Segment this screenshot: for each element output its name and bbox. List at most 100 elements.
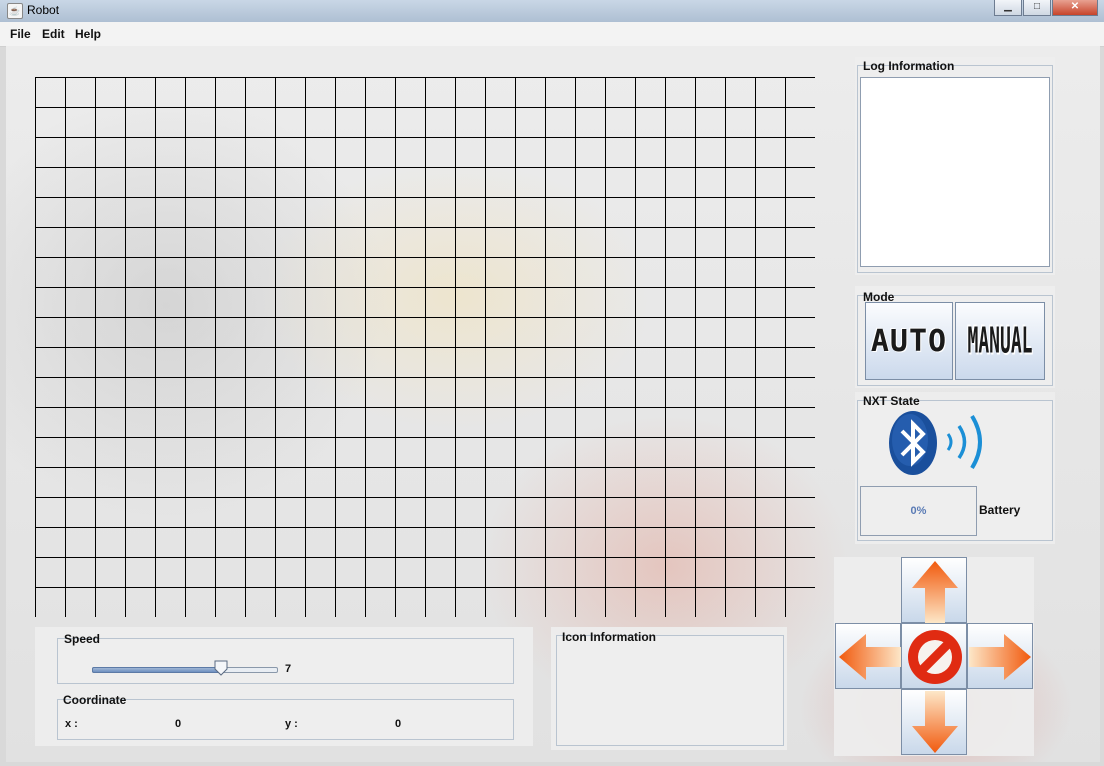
grid-cell[interactable] <box>395 257 426 288</box>
grid-cell[interactable] <box>65 167 96 198</box>
grid-cell[interactable] <box>635 407 666 438</box>
grid-cell[interactable] <box>125 227 156 258</box>
grid-cell[interactable] <box>245 527 276 558</box>
grid-cell[interactable] <box>665 527 696 558</box>
grid-cell[interactable] <box>365 167 396 198</box>
grid-cell[interactable] <box>545 77 576 108</box>
grid-cell[interactable] <box>755 167 786 198</box>
grid-cell[interactable] <box>275 587 306 618</box>
grid-cell[interactable] <box>275 227 306 258</box>
grid-cell[interactable] <box>95 557 126 588</box>
grid-cell[interactable] <box>245 587 276 618</box>
grid-cell[interactable] <box>245 77 276 108</box>
grid-cell[interactable] <box>305 437 336 468</box>
grid-cell[interactable] <box>755 227 786 258</box>
grid-cell[interactable] <box>185 497 216 528</box>
grid-cell[interactable] <box>275 167 306 198</box>
grid-cell[interactable] <box>95 137 126 168</box>
grid-cell[interactable] <box>755 497 786 528</box>
grid-cell[interactable] <box>365 437 396 468</box>
grid-cell[interactable] <box>455 497 486 528</box>
auto-button[interactable]: AUTO <box>865 302 953 380</box>
grid-cell[interactable] <box>65 437 96 468</box>
grid-cell[interactable] <box>425 527 456 558</box>
grid-cell[interactable] <box>575 77 606 108</box>
grid-cell[interactable] <box>485 77 516 108</box>
grid-cell[interactable] <box>215 197 246 228</box>
grid-cell[interactable] <box>755 467 786 498</box>
grid-cell[interactable] <box>665 347 696 378</box>
grid-cell[interactable] <box>215 257 246 288</box>
grid-cell[interactable] <box>215 587 246 618</box>
menu-edit[interactable]: Edit <box>42 27 65 41</box>
grid-cell[interactable] <box>215 497 246 528</box>
grid-cell[interactable] <box>155 77 186 108</box>
grid-cell[interactable] <box>485 287 516 318</box>
grid-cell[interactable] <box>95 257 126 288</box>
grid-cell[interactable] <box>665 497 696 528</box>
grid-cell[interactable] <box>665 257 696 288</box>
grid-cell[interactable] <box>515 347 546 378</box>
grid-cell[interactable] <box>335 257 366 288</box>
grid-cell[interactable] <box>425 257 456 288</box>
grid-cell[interactable] <box>35 347 66 378</box>
grid-cell[interactable] <box>695 137 726 168</box>
grid-cell[interactable] <box>65 107 96 138</box>
grid-cell[interactable] <box>65 407 96 438</box>
grid-cell[interactable] <box>245 437 276 468</box>
grid-cell[interactable] <box>635 587 666 618</box>
grid-cell[interactable] <box>185 557 216 588</box>
grid-cell[interactable] <box>425 497 456 528</box>
grid-cell[interactable] <box>185 287 216 318</box>
grid-cell[interactable] <box>485 167 516 198</box>
grid-cell[interactable] <box>515 467 546 498</box>
grid-cell[interactable] <box>755 287 786 318</box>
grid-cell[interactable] <box>695 407 726 438</box>
grid-cell[interactable] <box>395 437 426 468</box>
grid-cell[interactable] <box>215 407 246 438</box>
grid-cell[interactable] <box>185 467 216 498</box>
grid-cell[interactable] <box>455 77 486 108</box>
grid-cell[interactable] <box>455 107 486 138</box>
grid-cell[interactable] <box>635 287 666 318</box>
grid-cell[interactable] <box>485 527 516 558</box>
grid-cell[interactable] <box>545 557 576 588</box>
grid-cell[interactable] <box>95 467 126 498</box>
grid-cell[interactable] <box>335 317 366 348</box>
grid-cell[interactable] <box>665 587 696 618</box>
grid-cell[interactable] <box>335 497 366 528</box>
grid-cell[interactable] <box>125 167 156 198</box>
grid-cell[interactable] <box>545 347 576 378</box>
grid-cell[interactable] <box>395 587 426 618</box>
grid-cell[interactable] <box>635 557 666 588</box>
grid-cell[interactable] <box>155 167 186 198</box>
grid-cell[interactable] <box>695 77 726 108</box>
grid-cell[interactable] <box>395 317 426 348</box>
grid-cell[interactable] <box>425 437 456 468</box>
close-button[interactable]: ✕ <box>1052 0 1098 16</box>
grid-cell[interactable] <box>365 557 396 588</box>
grid-cell[interactable] <box>515 527 546 558</box>
move-up-button[interactable] <box>901 557 967 623</box>
grid-cell[interactable] <box>35 77 66 108</box>
grid-cell[interactable] <box>635 227 666 258</box>
grid-cell[interactable] <box>95 527 126 558</box>
grid-cell[interactable] <box>125 377 156 408</box>
grid-cell[interactable] <box>665 467 696 498</box>
grid-cell[interactable] <box>755 77 786 108</box>
grid-cell[interactable] <box>245 557 276 588</box>
grid-cell[interactable] <box>605 137 636 168</box>
grid-cell[interactable] <box>335 407 366 438</box>
grid-cell[interactable] <box>785 527 816 558</box>
grid-cell[interactable] <box>305 77 336 108</box>
grid-cell[interactable] <box>125 317 156 348</box>
grid-cell[interactable] <box>605 287 636 318</box>
grid-cell[interactable] <box>125 77 156 108</box>
grid-cell[interactable] <box>425 107 456 138</box>
grid-cell[interactable] <box>515 287 546 318</box>
grid-cell[interactable] <box>365 347 396 378</box>
grid-cell[interactable] <box>95 437 126 468</box>
grid-cell[interactable] <box>605 497 636 528</box>
grid-cell[interactable] <box>395 497 426 528</box>
grid-cell[interactable] <box>605 77 636 108</box>
